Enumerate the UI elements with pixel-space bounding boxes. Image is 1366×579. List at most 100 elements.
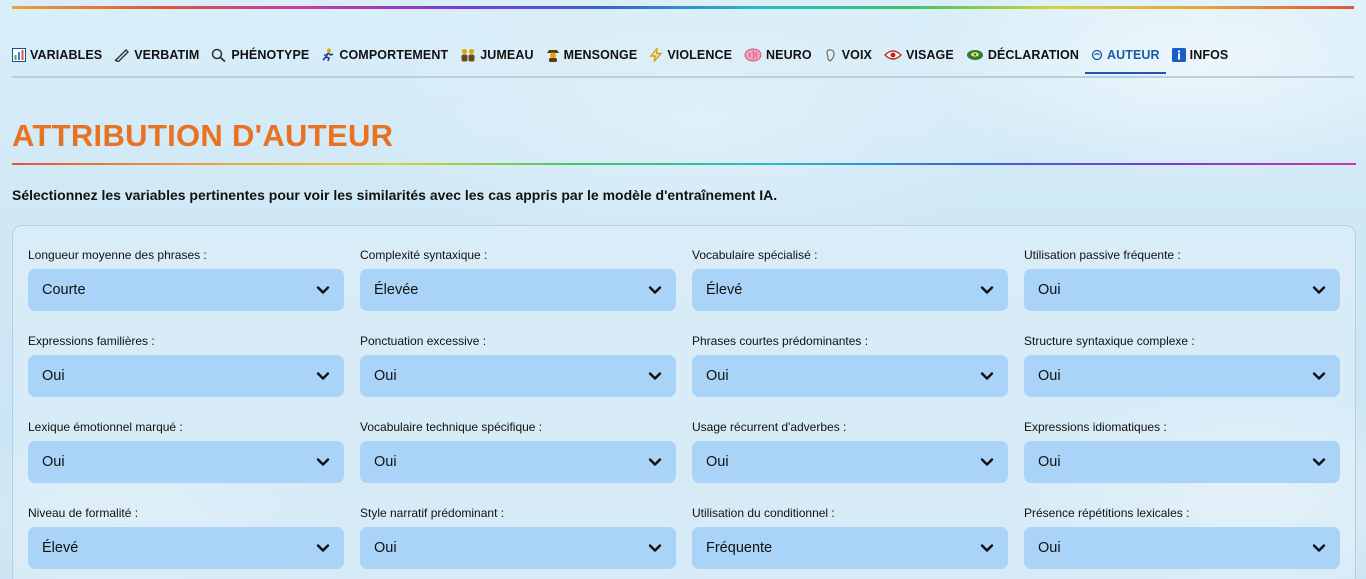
field-vocabulaire-technique: Vocabulaire technique spécifique : Oui (360, 419, 676, 505)
field-ponctuation-excessive: Ponctuation excessive : Oui (360, 333, 676, 419)
select-value: Oui (42, 454, 65, 470)
select-structure-syntaxique[interactable]: Oui (1024, 355, 1340, 397)
select-expressions-idiomatiques[interactable]: Oui (1024, 441, 1340, 483)
field-vocabulaire-specialise: Vocabulaire spécialisé : Élevé (692, 247, 1008, 333)
tab-comportement[interactable]: COMPORTEMENT (315, 44, 454, 72)
chevron-down-icon (1312, 457, 1326, 467)
select-value: Courte (42, 282, 86, 298)
chevron-down-icon (980, 457, 994, 467)
select-value: Oui (42, 368, 65, 384)
running-person-icon (321, 48, 335, 62)
select-vocabulaire-technique[interactable]: Oui (360, 441, 676, 483)
select-value: Oui (706, 368, 729, 384)
field-label: Niveau de formalité : (28, 506, 139, 520)
select-value: Oui (1038, 282, 1061, 298)
tab-visage[interactable]: VISAGE (878, 44, 960, 72)
tab-violence[interactable]: VIOLENCE (643, 44, 738, 72)
title-rainbow-divider (12, 163, 1356, 165)
tab-voix[interactable]: VOIX (818, 44, 878, 72)
select-longueur-phrases[interactable]: Courte (28, 269, 344, 311)
field-expressions-idiomatiques: Expressions idiomatiques : Oui (1024, 419, 1340, 505)
tab-mensonge[interactable]: MENSONGE (540, 44, 644, 72)
detective-icon (546, 48, 560, 62)
chevron-down-icon (1312, 285, 1326, 295)
chevron-down-icon (980, 543, 994, 553)
tab-label: AUTEUR (1106, 48, 1160, 62)
tab-variables[interactable]: VARIABLES (12, 44, 108, 72)
chevron-down-icon (980, 285, 994, 295)
chevron-down-icon (648, 457, 662, 467)
chevron-down-icon (648, 285, 662, 295)
field-label: Phrases courtes prédominantes : (692, 334, 869, 348)
field-niveau-formalite: Niveau de formalité : Élevé (28, 505, 344, 579)
brain-icon (744, 48, 762, 62)
field-complexite-syntaxique: Complexité syntaxique : Élevée (360, 247, 676, 333)
field-utilisation-conditionnel: Utilisation du conditionnel : Fréquente (692, 505, 1008, 579)
select-utilisation-conditionnel[interactable]: Fréquente (692, 527, 1008, 569)
chevron-down-icon (316, 543, 330, 553)
twins-icon (460, 48, 476, 62)
page-description: Sélectionnez les variables pertinentes p… (12, 187, 778, 203)
chevron-down-icon (648, 543, 662, 553)
tab-infos[interactable]: INFOS (1166, 44, 1235, 72)
eye-icon (884, 48, 902, 62)
lightning-icon (649, 48, 663, 62)
tab-declaration[interactable]: DÉCLARATION (960, 44, 1085, 72)
field-label: Lexique émotionnel marqué : (28, 420, 183, 434)
field-label: Utilisation passive fréquente : (1024, 248, 1181, 262)
field-label: Style narratif prédominant : (360, 506, 505, 520)
select-phrases-courtes[interactable]: Oui (692, 355, 1008, 397)
select-repetitions-lexicales[interactable]: Oui (1024, 527, 1340, 569)
tab-label: VERBATIM (134, 48, 200, 62)
select-usage-adverbes[interactable]: Oui (692, 441, 1008, 483)
tab-label: VISAGE (905, 48, 954, 62)
select-value: Oui (1038, 540, 1061, 556)
tab-phenotype[interactable]: PHÉNOTYPE (205, 44, 315, 72)
field-phrases-courtes: Phrases courtes prédominantes : Oui (692, 333, 1008, 419)
select-complexite-syntaxique[interactable]: Élevée (360, 269, 676, 311)
pen-icon (114, 48, 130, 62)
field-structure-syntaxique: Structure syntaxique complexe : Oui (1024, 333, 1340, 419)
tab-label: VIOLENCE (667, 48, 733, 62)
author-icon (1091, 49, 1103, 61)
select-value: Fréquente (706, 540, 773, 556)
field-expressions-familieres: Expressions familières : Oui (28, 333, 344, 419)
field-label: Vocabulaire technique spécifique : (360, 420, 543, 434)
chevron-down-icon (648, 371, 662, 381)
select-style-narratif[interactable]: Oui (360, 527, 676, 569)
tab-auteur[interactable]: AUTEUR (1084, 44, 1166, 74)
chevron-down-icon (316, 457, 330, 467)
select-value: Élevé (706, 282, 743, 298)
field-usage-adverbes: Usage récurrent d'adverbes : Oui (692, 419, 1008, 505)
tab-jumeau[interactable]: JUMEAU (454, 44, 539, 72)
field-label: Ponctuation excessive : (360, 334, 487, 348)
field-style-narratif: Style narratif prédominant : Oui (360, 505, 676, 579)
select-utilisation-passive[interactable]: Oui (1024, 269, 1340, 311)
field-label: Usage récurrent d'adverbes : (692, 420, 847, 434)
field-label: Structure syntaxique complexe : (1024, 334, 1195, 348)
chevron-down-icon (1312, 543, 1326, 553)
tab-label: VOIX (841, 48, 872, 62)
tab-label: JUMEAU (480, 48, 534, 62)
select-value: Oui (374, 368, 397, 384)
tab-label: NEURO (766, 48, 812, 62)
select-vocabulaire-specialise[interactable]: Élevé (692, 269, 1008, 311)
field-lexique-emotionnel: Lexique émotionnel marqué : Oui (28, 419, 344, 505)
select-expressions-familieres[interactable]: Oui (28, 355, 344, 397)
select-value: Élevé (42, 540, 79, 556)
select-niveau-formalite[interactable]: Élevé (28, 527, 344, 569)
field-label: Utilisation du conditionnel : (692, 506, 835, 520)
tab-label: PHÉNOTYPE (231, 48, 310, 62)
tab-neuro[interactable]: NEURO (738, 44, 818, 72)
tab-label: VARIABLES (30, 48, 103, 62)
voice-icon (824, 48, 838, 62)
select-lexique-emotionnel[interactable]: Oui (28, 441, 344, 483)
select-value: Oui (706, 454, 729, 470)
chevron-down-icon (1312, 371, 1326, 381)
field-label: Vocabulaire spécialisé : (692, 248, 818, 262)
disc-icon (966, 48, 984, 62)
chevron-down-icon (316, 371, 330, 381)
field-utilisation-passive: Utilisation passive fréquente : Oui (1024, 247, 1340, 333)
tab-verbatim[interactable]: VERBATIM (108, 44, 205, 72)
select-ponctuation-excessive[interactable]: Oui (360, 355, 676, 397)
